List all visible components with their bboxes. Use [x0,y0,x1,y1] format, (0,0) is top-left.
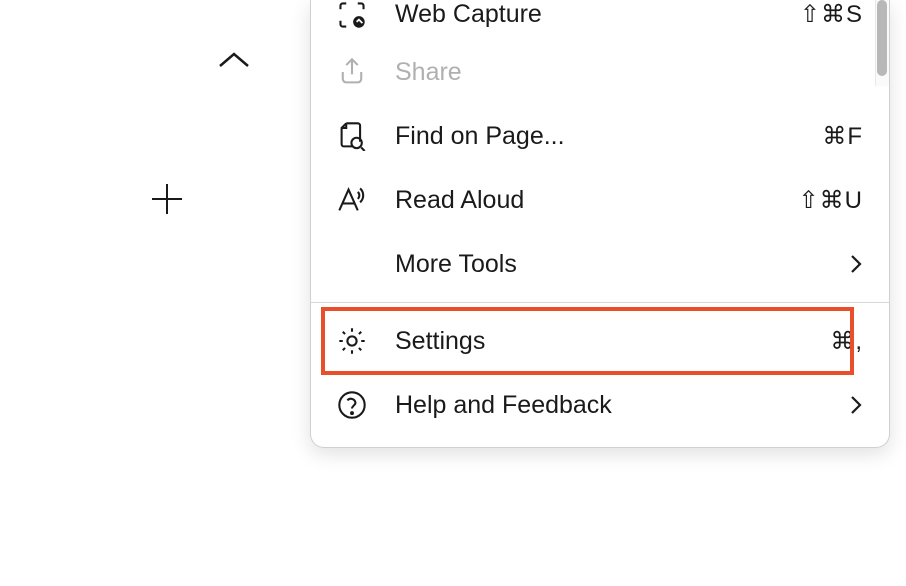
share-icon [337,57,367,87]
menu-item-label: Read Aloud [395,186,799,215]
chevron-right-icon [849,253,863,275]
app-menu: Web Capture ⇧⌘S Share Find on Page... ⌘F [310,0,890,448]
menu-item-shortcut: ⌘, [830,327,863,356]
menu-item-label: Find on Page... [395,122,822,151]
more-tools-icon [337,249,367,279]
chevron-right-icon [849,394,863,416]
menu-item-shortcut: ⇧⌘S [800,0,863,29]
menu-item-read-aloud[interactable]: Read Aloud ⇧⌘U [311,168,889,232]
menu-item-share: Share [311,40,889,104]
menu-item-label: Share [395,58,863,87]
menu-item-label: Web Capture [395,0,800,29]
menu-item-shortcut: ⇧⌘U [799,186,863,215]
menu-item-help[interactable]: Help and Feedback [311,373,889,437]
menu-item-shortcut: ⌘F [822,122,863,151]
menu-item-more-tools[interactable]: More Tools [311,232,889,296]
help-icon [337,390,367,420]
web-capture-icon [337,0,367,30]
collapse-chevron-icon[interactable] [216,50,252,72]
menu-item-label: Help and Feedback [395,391,849,420]
menu-item-web-capture[interactable]: Web Capture ⇧⌘S [311,0,889,40]
menu-divider [311,302,889,303]
menu-item-label: More Tools [395,250,849,279]
menu-item-label: Settings [395,327,830,356]
read-aloud-icon [337,185,367,215]
find-icon [337,121,367,151]
settings-icon [337,326,367,356]
menu-item-settings[interactable]: Settings ⌘, [311,309,889,373]
menu-item-find[interactable]: Find on Page... ⌘F [311,104,889,168]
add-button-icon[interactable] [150,182,184,216]
